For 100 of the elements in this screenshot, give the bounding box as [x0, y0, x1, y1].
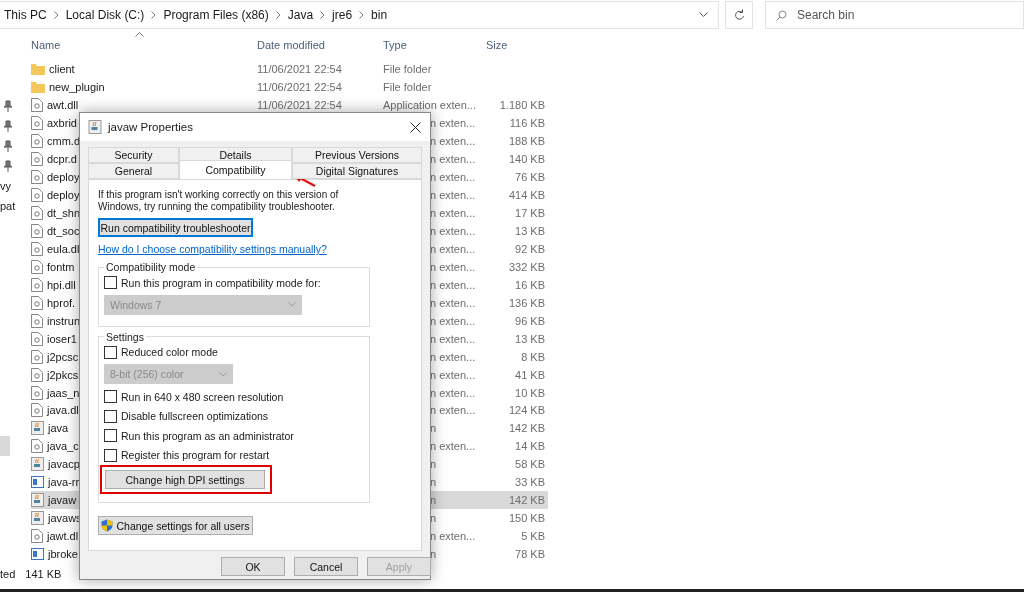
file-gear-icon — [31, 295, 43, 310]
status-size: 141 KB — [25, 568, 62, 580]
tab[interactable]: General — [88, 163, 179, 179]
breadcrumb[interactable]: jre6 — [328, 8, 357, 22]
file-name[interactable]: j2pkcs — [47, 368, 79, 381]
file-gear-icon — [31, 223, 43, 238]
file-size: 116 KB — [508, 116, 546, 132]
column-header[interactable]: Type — [383, 39, 486, 52]
file-size: 10 KB — [514, 385, 546, 401]
file-name[interactable]: eula.dl — [47, 242, 80, 255]
file-gear-icon — [31, 403, 43, 418]
file-name[interactable]: dt_shn — [47, 207, 81, 219]
file-name[interactable]: awt.dll — [47, 99, 79, 112]
file-name[interactable]: java_c — [47, 440, 79, 453]
file-name[interactable]: j2pcsc — [47, 350, 79, 363]
folder-icon — [31, 81, 45, 94]
file-size: 142 KB — [486, 491, 548, 510]
address-bar[interactable]: This PC Local Disk (C:) Program Files (x86) Java jre6 bin — [0, 1, 719, 29]
file-size: 17 KB — [514, 206, 546, 221]
checkbox[interactable]: Reduced color mode — [104, 342, 364, 362]
file-name[interactable]: javaw — [48, 494, 77, 507]
breadcrumb[interactable]: Program Files (x86) — [159, 8, 273, 22]
file-name[interactable]: jaas_n — [47, 386, 80, 399]
nav-item[interactable]: vy — [0, 180, 28, 196]
checkbox[interactable]: Run in 640 x 480 screen resolution — [104, 387, 364, 407]
file-name[interactable]: hpi.dll — [47, 278, 76, 291]
file-gear-icon — [31, 277, 43, 292]
dialog-button[interactable]: Cancel — [294, 557, 358, 576]
dialog-button[interactable]: OK — [221, 557, 285, 576]
file-name[interactable]: cmm.d — [47, 135, 80, 148]
file-type: n exten... — [430, 189, 476, 202]
file-gear-icon — [31, 188, 43, 203]
file-name[interactable]: ioser1 — [47, 332, 77, 345]
chevron-right-icon — [151, 11, 157, 19]
breadcrumb[interactable]: Local Disk (C:) — [61, 8, 149, 22]
file-name[interactable]: dt_soc — [47, 224, 80, 237]
file-size: 13 KB — [514, 223, 546, 239]
file-name[interactable]: new_plugin — [49, 81, 105, 94]
file-name[interactable]: deploy — [47, 189, 80, 202]
tab[interactable]: Compatibility — [179, 160, 292, 179]
file-type: n exten... — [430, 242, 476, 255]
file-name[interactable]: javacp — [48, 458, 80, 471]
file-gear-icon — [31, 134, 43, 149]
column-header[interactable]: Size — [486, 39, 548, 52]
file-size: 78 KB — [514, 547, 546, 563]
file-name[interactable]: java — [48, 422, 69, 435]
sort-caret-icon — [135, 32, 144, 37]
file-type: Application exten... — [383, 99, 476, 112]
checkbox[interactable]: Disable fullscreen optimizations — [104, 406, 364, 426]
file-name[interactable]: deploy — [47, 171, 80, 184]
file-name[interactable]: java.dl — [47, 404, 79, 417]
file-type: n — [430, 494, 437, 507]
file-name[interactable]: hprof. — [47, 296, 76, 309]
file-name[interactable]: fontm — [47, 260, 75, 273]
pin-icon[interactable] — [3, 160, 13, 172]
all-users-button[interactable]: Change settings for all users — [98, 516, 253, 535]
file-name[interactable]: instrun — [47, 314, 81, 327]
file-name[interactable]: dcpr.d — [47, 153, 77, 166]
checkbox[interactable]: Run this program as an administrator — [104, 426, 364, 446]
file-size: 188 KB — [507, 134, 546, 150]
pin-icon[interactable] — [3, 100, 13, 112]
file-size: 58 KB — [514, 457, 546, 473]
file-size: 16 KB — [514, 277, 546, 293]
file-type: n exten... — [430, 386, 476, 399]
file-type: n — [430, 548, 437, 561]
checkbox[interactable]: Run this program in compatibility mode for: — [104, 273, 364, 293]
folder-icon — [31, 63, 45, 76]
troubleshooter-button[interactable]: Run compatibility troubleshooter — [98, 218, 253, 237]
breadcrumb[interactable]: bin — [367, 8, 392, 22]
nav-selection — [0, 436, 10, 456]
file-type: n — [430, 458, 437, 471]
file-size: 150 KB — [507, 511, 546, 527]
column-header[interactable]: Name — [31, 39, 257, 52]
search-field[interactable]: Search bin — [765, 1, 1024, 29]
tab[interactable]: Security — [88, 147, 179, 163]
file-name[interactable]: jbroke — [48, 548, 78, 561]
file-type: n exten... — [430, 278, 476, 291]
checkbox[interactable]: Register this program for restart — [104, 445, 364, 465]
file-name[interactable]: axbrid — [47, 117, 77, 130]
file-gear-icon — [31, 259, 43, 274]
file-name[interactable]: jawt.dl — [47, 530, 79, 543]
breadcrumb[interactable]: Java — [283, 8, 318, 22]
pin-icon[interactable] — [3, 140, 13, 152]
tab[interactable]: Digital Signatures — [292, 163, 422, 179]
intro-text: If this program isn't working correctly on this version of Windows, try running the compatibility troubleshooter. — [98, 189, 340, 213]
file-type: n exten... — [430, 332, 476, 345]
file-size: 140 KB — [507, 152, 546, 168]
breadcrumb[interactable]: This PC — [0, 8, 51, 22]
file-type: File folder — [383, 63, 432, 76]
date-modified: 11/06/2021 22:54 — [257, 62, 343, 78]
dpi-settings-button[interactable]: Change high DPI settings — [105, 470, 265, 489]
help-link[interactable]: How do I choose compatibility settings manually? — [98, 243, 412, 255]
file-name[interactable]: java-rr — [48, 476, 80, 489]
tab[interactable]: Previous Versions — [292, 147, 422, 163]
column-header[interactable]: Date modified — [257, 39, 383, 52]
refresh-button[interactable] — [725, 1, 753, 29]
pin-icon[interactable] — [3, 120, 13, 132]
nav-item[interactable]: pat — [0, 200, 28, 216]
chevron-down-icon[interactable] — [699, 12, 708, 18]
file-name[interactable]: client — [49, 63, 75, 76]
